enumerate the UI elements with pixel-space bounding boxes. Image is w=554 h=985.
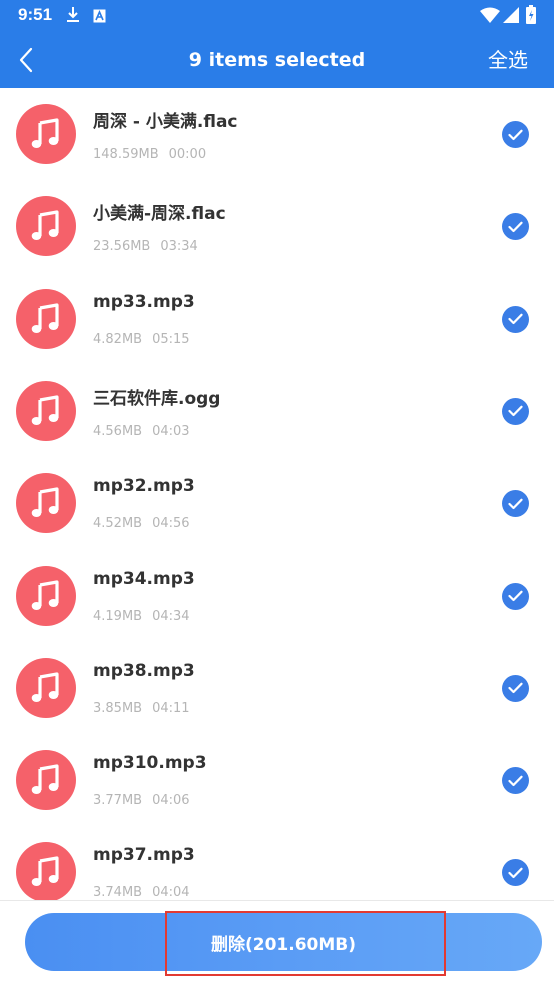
wifi-icon	[480, 7, 500, 27]
checkbox-checked-icon[interactable]	[502, 859, 529, 887]
file-meta: 4.19MB 04:34	[93, 609, 190, 624]
file-size: 23.56MB	[93, 239, 151, 255]
file-name: mp32.mp3	[93, 476, 195, 497]
file-size: 4.56MB	[93, 423, 143, 439]
file-size: 4.19MB	[93, 608, 143, 624]
file-name: mp38.mp3	[93, 660, 195, 681]
checkbox-checked-icon[interactable]	[502, 121, 529, 148]
status-time: 9:51	[18, 5, 53, 24]
music-note-icon	[16, 842, 76, 900]
file-size: 3.85MB	[93, 700, 143, 716]
select-all-button[interactable]: 全选	[488, 32, 528, 88]
file-size: 3.74MB	[93, 885, 143, 900]
music-note-icon	[16, 104, 76, 164]
checkbox-checked-icon[interactable]	[502, 213, 529, 241]
file-row[interactable]: 周深 - 小美满.flac 148.59MB 00:00	[0, 88, 554, 180]
file-name: mp34.mp3	[93, 568, 195, 589]
download-icon	[66, 6, 80, 28]
file-size: 3.77MB	[93, 793, 143, 809]
file-duration: 05:15	[152, 331, 190, 347]
file-duration: 04:04	[152, 885, 190, 900]
file-name: mp37.mp3	[93, 845, 195, 866]
checkbox-checked-icon[interactable]	[502, 490, 529, 518]
app-bar: 9 items selected 全选	[0, 32, 554, 88]
file-row[interactable]: mp37.mp3 3.74MB 04:04	[0, 826, 554, 900]
file-meta: 4.56MB 04:03	[93, 424, 190, 439]
music-note-icon	[16, 380, 76, 441]
music-note-icon	[16, 565, 76, 626]
file-meta: 4.52MB 04:56	[93, 516, 190, 531]
file-row[interactable]: mp38.mp3 3.85MB 04:11	[0, 642, 554, 734]
file-name: 三石软件库.ogg	[93, 388, 221, 409]
signal-icon	[503, 7, 519, 27]
file-duration: 04:06	[152, 793, 190, 809]
file-list: 周深 - 小美满.flac 148.59MB 00:00 小美满-周深.flac 23.…	[0, 88, 554, 900]
file-row[interactable]: 三石软件库.ogg 4.56MB 04:03	[0, 365, 554, 457]
file-meta: 148.59MB 00:00	[93, 147, 206, 162]
file-row[interactable]: mp32.mp3 4.52MB 04:56	[0, 457, 554, 549]
music-note-icon	[16, 288, 76, 349]
checkbox-checked-icon[interactable]	[502, 767, 529, 795]
file-row[interactable]: mp310.mp3 3.77MB 04:06	[0, 734, 554, 826]
file-meta: 3.77MB 04:06	[93, 793, 190, 808]
file-duration: 00:00	[168, 147, 207, 162]
file-size: 148.59MB	[93, 147, 159, 162]
checkbox-checked-icon[interactable]	[502, 582, 529, 610]
status-bar: 9:51	[0, 0, 554, 32]
file-row[interactable]: mp34.mp3 4.19MB 04:34	[0, 550, 554, 642]
file-meta: 23.56MB 03:34	[93, 239, 198, 254]
music-note-icon	[16, 196, 76, 257]
file-duration: 03:34	[160, 239, 198, 255]
checkbox-checked-icon[interactable]	[502, 305, 529, 333]
file-row[interactable]: 小美满-周深.flac 23.56MB 03:34	[0, 180, 554, 272]
page-title: 9 items selected	[188, 49, 366, 71]
checkbox-checked-icon[interactable]	[502, 674, 529, 702]
file-size: 4.82MB	[93, 331, 143, 347]
file-duration: 04:34	[152, 608, 190, 624]
music-note-icon	[16, 657, 76, 718]
file-duration: 04:03	[152, 423, 190, 439]
file-row[interactable]: mp33.mp3 4.82MB 05:15	[0, 273, 554, 365]
checkbox-checked-icon[interactable]	[502, 397, 529, 425]
file-name: 周深 - 小美满.flac	[93, 112, 238, 132]
highlight-box	[165, 911, 446, 976]
file-name: 小美满-周深.flac	[93, 204, 226, 225]
music-note-icon	[16, 473, 76, 534]
a-badge-icon	[93, 8, 106, 27]
file-size: 4.52MB	[93, 516, 143, 532]
battery-icon	[526, 5, 536, 28]
file-name: mp33.mp3	[93, 291, 195, 312]
file-meta: 3.74MB 04:04	[93, 885, 190, 900]
file-meta: 4.82MB 05:15	[93, 332, 190, 347]
music-note-icon	[16, 750, 76, 811]
file-duration: 04:56	[152, 516, 190, 532]
file-meta: 3.85MB 04:11	[93, 701, 190, 716]
file-name: mp310.mp3	[93, 753, 207, 774]
file-duration: 04:11	[152, 700, 190, 716]
